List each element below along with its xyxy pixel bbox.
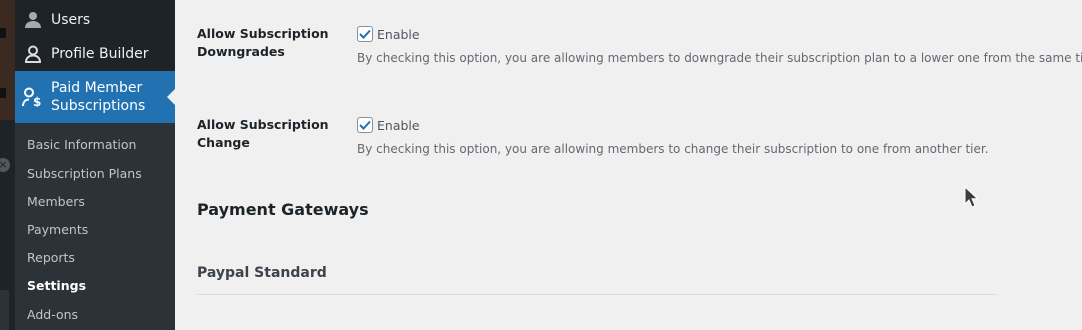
change-checkbox[interactable] [357, 117, 373, 133]
change-label: Allow Subscription Change [197, 116, 347, 152]
profile-icon [15, 45, 51, 63]
edge-mark [0, 28, 6, 38]
submenu-item-reports[interactable]: Reports [27, 250, 75, 265]
member-dollar-icon: $ [15, 87, 51, 107]
checkmark-icon [359, 120, 371, 130]
change-label-line1: Allow Subscription [197, 117, 329, 132]
menu-item-paid-member-subscriptions[interactable]: $ Paid Member Subscriptions [15, 71, 175, 123]
background-image [0, 0, 15, 120]
edge-mark [0, 88, 6, 98]
svg-text:$: $ [33, 95, 41, 107]
submenu-item-basic-information[interactable]: Basic Information [27, 137, 136, 152]
user-icon [15, 11, 51, 29]
change-enable-option[interactable]: Enable [357, 117, 420, 133]
change-description: By checking this option, you are allowin… [357, 142, 989, 156]
menu-item-profile-builder[interactable]: Profile Builder [15, 40, 175, 68]
settings-content: Allow Subscription Downgrades Enable By … [175, 0, 1082, 330]
menu-item-label: Paid Member Subscriptions [51, 80, 146, 114]
close-icon[interactable]: × [0, 158, 10, 172]
desktop-edge: × [0, 0, 15, 330]
downgrades-label-line2: Downgrades [197, 44, 285, 59]
downgrades-label: Allow Subscription Downgrades [197, 25, 347, 61]
change-checkbox-label: Enable [377, 117, 420, 133]
downgrades-label-line1: Allow Subscription [197, 26, 329, 41]
divider [197, 294, 997, 295]
submenu-item-subscription-plans[interactable]: Subscription Plans [27, 166, 142, 181]
payment-gateways-heading: Payment Gateways [197, 200, 369, 219]
paypal-standard-heading[interactable]: Paypal Standard [197, 265, 327, 281]
downgrades-enable-option[interactable]: Enable [357, 26, 420, 42]
downgrades-description: By checking this option, you are allowin… [357, 51, 1082, 65]
submenu-item-payments[interactable]: Payments [27, 222, 88, 237]
change-label-line2: Change [197, 135, 250, 150]
checkmark-icon [359, 29, 371, 39]
submenu: Basic Information Subscription Plans Mem… [15, 123, 175, 330]
mouse-cursor-icon [964, 185, 979, 212]
menu-item-label: Profile Builder [51, 46, 149, 62]
admin-sidebar: Users Profile Builder $ Paid Member Subs… [15, 0, 175, 330]
edge-scrollbar [0, 290, 9, 330]
downgrades-checkbox-label: Enable [377, 26, 420, 42]
menu-item-label: Users [51, 12, 91, 28]
submenu-item-add-ons[interactable]: Add-ons [27, 307, 78, 322]
downgrades-checkbox[interactable] [357, 26, 373, 42]
menu-item-users[interactable]: Users [15, 6, 175, 34]
submenu-item-members[interactable]: Members [27, 194, 85, 209]
submenu-item-settings[interactable]: Settings [27, 278, 86, 293]
